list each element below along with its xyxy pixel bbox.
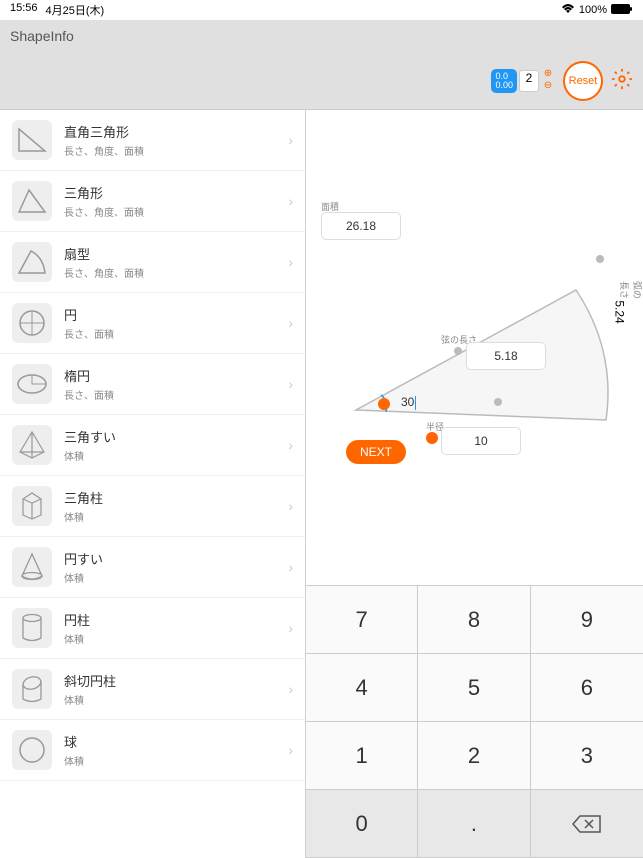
arc-dot [596,255,604,263]
key-4[interactable]: 4 [306,654,418,722]
key-9[interactable]: 9 [531,586,643,654]
shape-list: 直角三角形長さ、角度、面積›三角形長さ、角度、面積›扇型長さ、角度、面積›円長さ… [0,110,306,858]
shape-item[interactable]: 円すい体積 › [0,537,305,598]
keypad: 789 456 123 0. [306,585,643,858]
precision-chip: 0.0 0.00 [491,69,517,93]
shape-subtitle: 長さ、角度、面積 [64,265,276,280]
shape-title: 球 [64,732,276,751]
key-8[interactable]: 8 [418,586,530,654]
shape-item[interactable]: 球体積 › [0,720,305,781]
chevron-right-icon: › [288,498,293,514]
shape-item[interactable]: 三角形長さ、角度、面積 › [0,171,305,232]
angle-dot [378,398,390,410]
key-7[interactable]: 7 [306,586,418,654]
shape-title: 楕円 [64,366,276,385]
shape-title: 三角形 [64,183,276,202]
shape-title: 扇型 [64,244,276,263]
arc-value[interactable]: 5.24 [613,300,627,323]
shape-icon [12,425,52,465]
shape-item[interactable]: 直角三角形長さ、角度、面積 › [0,110,305,171]
status-bar: 15:56 4月25日(木) 100% [0,0,643,20]
shape-subtitle: 長さ、角度、面積 [64,143,276,158]
key-backspace[interactable] [531,790,643,858]
shape-icon [12,486,52,526]
shape-icon [12,242,52,282]
status-date: 4月25日(木) [46,2,105,18]
shape-title: 斜切円柱 [64,671,276,690]
shape-item[interactable]: 三角すい体積 › [0,415,305,476]
shape-subtitle: 長さ、面積 [64,326,276,341]
precision-value[interactable]: 2 [519,70,539,92]
key-6[interactable]: 6 [531,654,643,722]
key-dot[interactable]: . [418,790,530,858]
radius-value[interactable]: 10 [441,427,521,455]
shape-subtitle: 体積 [64,753,276,768]
chevron-right-icon: › [288,620,293,636]
key-1[interactable]: 1 [306,722,418,790]
battery-icon [611,4,633,17]
shape-item[interactable]: 円長さ、面積 › [0,293,305,354]
precision-minus-button[interactable]: ⊖ [541,81,555,93]
battery-percent: 100% [579,4,607,16]
wifi-icon [561,4,575,17]
key-2[interactable]: 2 [418,722,530,790]
status-time: 15:56 [10,2,38,18]
angle-input[interactable]: 30 [401,395,416,410]
chevron-right-icon: › [288,315,293,331]
shape-icon [12,181,52,221]
shape-icon [12,303,52,343]
shape-title: 円 [64,305,276,324]
next-button[interactable]: NEXT [346,440,406,464]
shape-subtitle: 体積 [64,631,276,646]
key-5[interactable]: 5 [418,654,530,722]
shape-icon [12,730,52,770]
shape-subtitle: 体積 [64,448,276,463]
app-title: ShapeInfo [10,28,633,44]
chevron-right-icon: › [288,193,293,209]
shape-title: 三角柱 [64,488,276,507]
shape-icon [12,364,52,404]
shape-icon [12,547,52,587]
chevron-right-icon: › [288,132,293,148]
chevron-right-icon: › [288,681,293,697]
chevron-right-icon: › [288,376,293,392]
shape-subtitle: 体積 [64,692,276,707]
shape-item[interactable]: 三角柱体積 › [0,476,305,537]
chevron-right-icon: › [288,437,293,453]
gear-icon[interactable] [611,68,633,95]
backspace-icon [572,814,602,834]
key-3[interactable]: 3 [531,722,643,790]
area-value[interactable]: 26.18 [321,212,401,240]
chevron-right-icon: › [288,559,293,575]
chord-dot [454,347,462,355]
shape-subtitle: 体積 [64,509,276,524]
chevron-right-icon: › [288,742,293,758]
shape-item[interactable]: 楕円長さ、面積 › [0,354,305,415]
shape-title: 円柱 [64,610,276,629]
reset-button[interactable]: Reset [563,61,603,101]
shape-subtitle: 長さ、面積 [64,387,276,402]
precision-control: 0.0 0.00 2 ⊕ ⊖ [491,69,555,93]
canvas: 面積 26.18 弦の長さ 5.18 弧の長さ 5.24 30 半径 10 NE… [306,110,643,585]
main-panel: 面積 26.18 弦の長さ 5.18 弧の長さ 5.24 30 半径 10 NE… [306,110,643,858]
shape-title: 円すい [64,549,276,568]
radius-dot [426,432,438,444]
chevron-right-icon: › [288,254,293,270]
shape-icon [12,669,52,709]
shape-title: 直角三角形 [64,122,276,141]
shape-item[interactable]: 斜切円柱体積 › [0,659,305,720]
key-0[interactable]: 0 [306,790,418,858]
shape-icon [12,608,52,648]
chord-value[interactable]: 5.18 [466,342,546,370]
area-dot [494,398,502,406]
shape-title: 三角すい [64,427,276,446]
shape-subtitle: 長さ、角度、面積 [64,204,276,219]
shape-item[interactable]: 扇型長さ、角度、面積 › [0,232,305,293]
shape-subtitle: 体積 [64,570,276,585]
shape-icon [12,120,52,160]
shape-item[interactable]: 円柱体積 › [0,598,305,659]
app-header: ShapeInfo 0.0 0.00 2 ⊕ ⊖ Reset [0,20,643,110]
